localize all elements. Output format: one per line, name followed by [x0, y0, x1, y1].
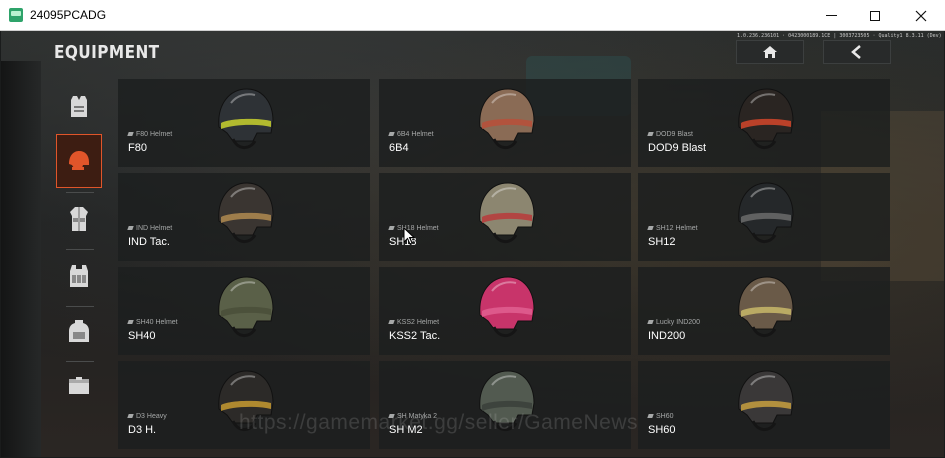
helmet-card[interactable]: D3 Heavy D3 H.	[118, 361, 370, 449]
helmet-image	[738, 182, 794, 243]
helmet-card[interactable]: SH40 Helmet SH40	[118, 267, 370, 355]
helmet-card[interactable]: IND Helmet IND Tac.	[118, 173, 370, 261]
close-button[interactable]	[898, 0, 944, 31]
background-wall	[1, 61, 41, 457]
mouse-cursor-icon	[403, 227, 415, 245]
helmet-name: 6B4	[389, 142, 409, 154]
sidebar-item-helmet[interactable]	[56, 134, 102, 188]
helmet-name: IND Tac.	[128, 236, 170, 248]
helmet-card[interactable]: KSS2 Helmet KSS2 Tac.	[379, 267, 631, 355]
window-titlebar: 24095PCADG	[0, 0, 945, 31]
page-title: EQUIPMENT	[54, 42, 160, 63]
pouch-icon	[69, 377, 89, 394]
helmet-image	[738, 370, 794, 431]
helmet-image	[218, 88, 274, 149]
helmet-type-label: F80 Helmet	[128, 131, 172, 138]
helmet-image	[218, 276, 274, 337]
minimize-icon	[825, 15, 837, 16]
helmet-type-label: SH60	[648, 413, 674, 420]
back-button[interactable]	[823, 40, 891, 64]
helmet-type-label: 6B4 Helmet	[389, 131, 434, 138]
helmet-image	[218, 182, 274, 243]
helmet-type-label: IND Helmet	[128, 225, 172, 232]
maximize-icon	[870, 10, 880, 21]
helmet-name: SH12	[648, 236, 676, 248]
helmet-card[interactable]: F80 Helmet F80	[118, 79, 370, 167]
helmet-type-label: SH12 Helmet	[648, 225, 698, 232]
helmet-image	[479, 88, 535, 149]
window-title: 24095PCADG	[30, 8, 107, 22]
app-icon	[9, 8, 23, 22]
chevron-left-icon	[851, 45, 861, 59]
helmet-image	[738, 276, 794, 337]
helmet-card[interactable]: SH18 Helmet SH18	[379, 173, 631, 261]
minimize-button[interactable]	[808, 0, 854, 31]
helmet-name: F80	[128, 142, 147, 154]
helmet-icon	[69, 151, 89, 170]
rig-icon	[70, 265, 88, 287]
game-viewport: EQUIPMENT 1.0.236.236101 · 0423000189.1C…	[1, 31, 944, 457]
helmet-name: SH60	[648, 424, 676, 436]
close-icon	[915, 10, 927, 21]
sidebar-item-rig[interactable]	[56, 249, 102, 303]
version-label: 1.0.236.236101 · 0423000189.1CE | 300372…	[737, 33, 942, 39]
helmet-name: D3 H.	[128, 424, 157, 436]
helmet-image	[479, 182, 535, 243]
helmet-card[interactable]: SH Matyka 2 SH M2	[379, 361, 631, 449]
home-button[interactable]	[736, 40, 804, 64]
helmet-image	[479, 276, 535, 337]
helmet-type-label: DOD9 Blast	[648, 131, 693, 138]
backpack-icon	[69, 320, 89, 342]
helmet-card[interactable]: SH12 Helmet SH12	[638, 173, 890, 261]
sidebar-item-pouch[interactable]	[56, 359, 102, 413]
helmet-name: SH40	[128, 330, 156, 342]
sidebar-item-outfit[interactable]	[56, 192, 102, 246]
vest-icon	[71, 96, 87, 117]
sidebar-item-vest[interactable]	[56, 79, 102, 133]
home-icon	[763, 46, 777, 58]
helmet-type-label: D3 Heavy	[128, 413, 167, 420]
maximize-button[interactable]	[852, 0, 898, 31]
sidebar-item-backpack[interactable]	[56, 304, 102, 358]
helmet-type-label: Lucky IND200	[648, 319, 700, 326]
helmet-card[interactable]: DOD9 Blast DOD9 Blast	[638, 79, 890, 167]
helmet-name: DOD9 Blast	[648, 142, 707, 154]
helmet-type-label: KSS2 Helmet	[389, 319, 439, 326]
helmet-card[interactable]: Lucky IND200 IND200	[638, 267, 890, 355]
watermark: https://gamemarket.gg/seller/GameNews	[239, 411, 638, 434]
helmet-type-label: SH40 Helmet	[128, 319, 178, 326]
helmet-name: IND200	[648, 330, 686, 342]
helmet-image	[738, 88, 794, 149]
helmet-card[interactable]: SH60 SH60	[638, 361, 890, 449]
helmet-name: KSS2 Tac.	[389, 330, 441, 342]
helmet-card[interactable]: 6B4 Helmet 6B4	[379, 79, 631, 167]
outfit-icon	[70, 207, 88, 231]
